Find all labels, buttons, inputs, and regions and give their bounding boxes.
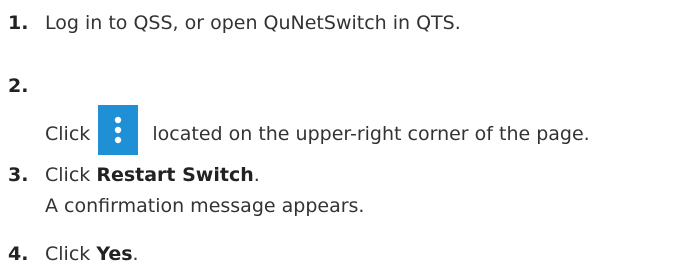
ui-term-restart-switch: Restart Switch: [96, 164, 254, 186]
step-body: Click located on the upper-right corner …: [45, 71, 698, 155]
step-text-before: Click: [45, 243, 91, 265]
step-1: 1. Log in to QSS, or open QuNetSwitch in…: [8, 8, 698, 39]
step-result: A confirmation message appears.: [45, 195, 365, 217]
step-text-before: Click: [45, 123, 91, 145]
step-text-after: .: [132, 243, 139, 265]
step-4: 4. Click Yes.: [8, 239, 698, 270]
step-number: 4.: [8, 243, 29, 265]
step-text-after: located on the upper-right corner of the…: [152, 123, 590, 145]
step-instruction: Click Restart Switch.: [45, 160, 698, 191]
step-3: 3. Click Restart Switch. A confirmation …: [8, 160, 698, 222]
step-text: Log in to QSS, or open QuNetSwitch in QT…: [45, 12, 461, 34]
step-body: Log in to QSS, or open QuNetSwitch in QT…: [45, 8, 698, 39]
step-number: 1.: [8, 12, 29, 34]
step-text-before: Click: [45, 164, 91, 186]
step-number: 2.: [8, 75, 29, 97]
step-text-after: .: [253, 164, 260, 186]
step-body: Click Restart Switch. A confirmation mes…: [45, 160, 698, 222]
step-body: Click Yes.: [45, 239, 698, 270]
ui-term-yes: Yes: [96, 243, 133, 265]
more-vertical-icon: [98, 105, 139, 155]
step-2: 2. Click located on the upper-right corn…: [8, 71, 698, 155]
step-number: 3.: [8, 164, 29, 186]
